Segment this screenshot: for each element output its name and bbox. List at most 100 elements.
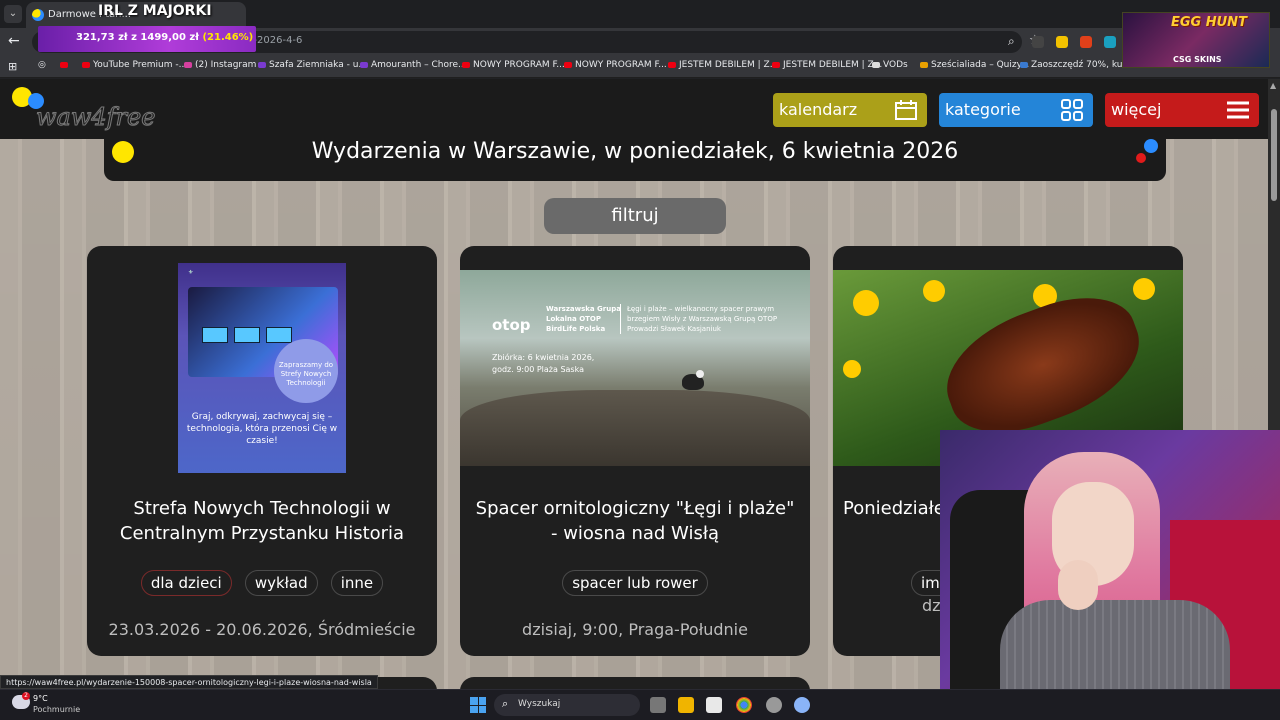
notification-badge: 2	[22, 692, 30, 700]
more-label: więcej	[1111, 100, 1162, 119]
extension-icon[interactable]	[1080, 36, 1092, 48]
tab-search-button[interactable]: ⌄	[4, 5, 22, 23]
zoom-icon[interactable]: ⌕	[1008, 34, 1015, 49]
file-explorer-icon[interactable]	[678, 697, 694, 713]
egg-hunt-promo: EGG HUNT CSG SKINS	[1122, 12, 1270, 68]
event-card[interactable]: ⚜ Zapraszamy do Strefy Nowych Technologi…	[87, 246, 437, 656]
event-poster-image: ⚜ Zapraszamy do Strefy Nowych Technologi…	[178, 263, 346, 473]
event-title[interactable]: Strefa Nowych Technologii w Centralnym P…	[97, 496, 427, 546]
youtube-icon	[564, 61, 572, 68]
promo-title: EGG HUNT	[1171, 15, 1247, 30]
poster-meeting-text: Zbiórka: 6 kwietnia 2026, godz. 9:00 Pla…	[492, 353, 595, 374]
streamer-webcam	[940, 430, 1280, 720]
bookmark-item[interactable]: NOWY PROGRAM F...	[564, 60, 667, 70]
globe-icon	[872, 61, 880, 68]
quiz-icon	[920, 61, 928, 68]
apps-grid-icon[interactable]: ⊞	[8, 60, 17, 73]
windows-taskbar: 2 9°C Pochmurnie ⌕ Wyszukaj	[0, 689, 1280, 720]
museum-logo-icon: ⚜	[188, 269, 194, 276]
poster-rock	[460, 390, 810, 466]
event-poster-image: otop Warszawska Grupa Lokalna OTOP BirdL…	[460, 270, 810, 466]
site-logo[interactable]: waw4free	[10, 85, 170, 133]
extension-icon[interactable]	[1032, 36, 1044, 48]
youtube-icon	[668, 61, 676, 68]
page-title: Wydarzenia w Warszawie, w poniedziałek, …	[311, 139, 959, 164]
event-tag[interactable]: spacer lub rower	[562, 570, 708, 596]
stream-title: IRL Z MAJORKI	[98, 3, 212, 19]
event-tag[interactable]: wykład	[244, 570, 318, 596]
event-card[interactable]: otop Warszawska Grupa Lokalna OTOP BirdL…	[460, 246, 810, 656]
settings-gear-icon[interactable]	[794, 697, 810, 713]
donation-goal: 1499,00 zł	[140, 32, 199, 43]
twitch-icon	[360, 61, 368, 68]
weather-temperature[interactable]: 9°C	[33, 694, 48, 703]
search-placeholder: Wyszukaj	[518, 699, 561, 709]
bookmark-icon[interactable]: ◎	[38, 60, 46, 70]
app-icon[interactable]	[766, 697, 782, 713]
poster-circle-text: Zapraszamy do Strefy Nowych Technologii	[278, 361, 334, 387]
bird-icon	[1020, 61, 1028, 68]
youtube-icon	[462, 61, 470, 68]
bookmark-item[interactable]: Amouranth – Chore...	[360, 60, 467, 70]
bookmark-item[interactable]: Sześcialiada – Quizy...	[920, 60, 1029, 70]
site-header: waw4free kalendarz kategorie więcej	[0, 79, 1268, 139]
bookmarks-bar: ⊞ ◎ YouTube Premium -... (2) Instagram S…	[0, 56, 1280, 78]
bookmark-item[interactable]: YouTube Premium -...	[82, 60, 187, 70]
link-status-url: https://waw4free.pl/wydarzenie-150008-sp…	[0, 675, 378, 689]
event-date-location: dzisiaj, 9:00, Praga-Południe	[522, 620, 748, 639]
bookmark-item[interactable]: VODs	[872, 60, 908, 70]
event-tags: spacer lub rower	[460, 570, 810, 596]
bookmark-item[interactable]: Szafa Ziemniaka - u...	[258, 60, 367, 70]
donation-amount: 321,73 zł	[76, 32, 128, 43]
twitch-icon	[258, 61, 266, 68]
filter-button[interactable]: filtruj	[544, 198, 726, 234]
bookmark-item[interactable]: JESTEM DEBILEM | Z...	[772, 60, 882, 70]
hamburger-menu-icon	[1227, 101, 1249, 119]
page-heading-bar: Wydarzenia w Warszawie, w poniedziałek, …	[104, 139, 1166, 181]
event-card-partial[interactable]	[460, 677, 810, 689]
categories-label: kategorie	[945, 100, 1021, 119]
store-icon[interactable]	[706, 697, 722, 713]
event-tags: dla dzieci wykład inne	[87, 570, 437, 596]
more-button[interactable]: więcej	[1105, 93, 1259, 127]
donation-goal-overlay: 321,73 zł z 1499,00 zł (21.46%)	[38, 26, 256, 52]
task-view-icon[interactable]	[650, 697, 666, 713]
bookmark-item[interactable]: NOWY PROGRAM F...	[462, 60, 565, 70]
extension-icon[interactable]	[1056, 36, 1068, 48]
youtube-icon	[60, 61, 68, 68]
otop-logo: otop	[492, 316, 531, 334]
event-date-location: 23.03.2026 - 20.06.2026, Śródmieście	[108, 620, 416, 639]
youtube-icon	[772, 61, 780, 68]
calendar-icon	[895, 100, 917, 120]
back-arrow-icon[interactable]: ←	[8, 33, 20, 49]
taskbar-search[interactable]: ⌕ Wyszukaj	[494, 694, 640, 716]
event-tag[interactable]: dla dzieci	[140, 570, 232, 596]
site-favicon-icon	[32, 9, 44, 21]
scroll-up-arrow-icon[interactable]: ▲	[1270, 81, 1276, 90]
categories-button[interactable]: kategorie	[939, 93, 1093, 127]
poster-org-text: Warszawska Grupa Lokalna OTOP BirdLife P…	[546, 305, 621, 333]
extension-icon[interactable]	[1104, 36, 1116, 48]
youtube-icon	[82, 61, 90, 68]
scroll-thumb[interactable]	[1271, 109, 1277, 201]
promo-sub: CSG SKINS	[1173, 55, 1222, 64]
bookmark-item[interactable]: Zaoszczędź 70%, ku...	[1020, 60, 1131, 70]
calendar-button[interactable]: kalendarz	[773, 93, 927, 127]
donation-of: z	[131, 32, 137, 43]
instagram-icon	[184, 61, 192, 68]
donation-percent: (21.46%)	[202, 32, 254, 43]
weather-description[interactable]: Pochmurnie	[33, 705, 80, 714]
bookmark-item[interactable]: JESTEM DEBILEM | Z...	[668, 60, 778, 70]
bookmark-item[interactable]	[60, 60, 71, 70]
logo-text: waw4free	[35, 103, 156, 132]
windows-start-icon[interactable]	[470, 697, 486, 713]
grid-icon	[1061, 99, 1083, 121]
event-tag[interactable]: inne	[330, 570, 384, 596]
calendar-label: kalendarz	[779, 100, 858, 119]
search-icon: ⌕	[502, 697, 509, 710]
bookmark-item[interactable]: (2) Instagram	[184, 60, 256, 70]
chrome-icon[interactable]	[736, 697, 752, 713]
poster-desc-text: Łęgi i plaże – wielkanocny spacer prawym…	[620, 304, 790, 334]
poster-body-text: Graj, odkrywaj, zachwycaj się – technolo…	[186, 412, 338, 446]
event-title[interactable]: Spacer ornitologiczny "Łęgi i plaże" - w…	[470, 496, 800, 546]
